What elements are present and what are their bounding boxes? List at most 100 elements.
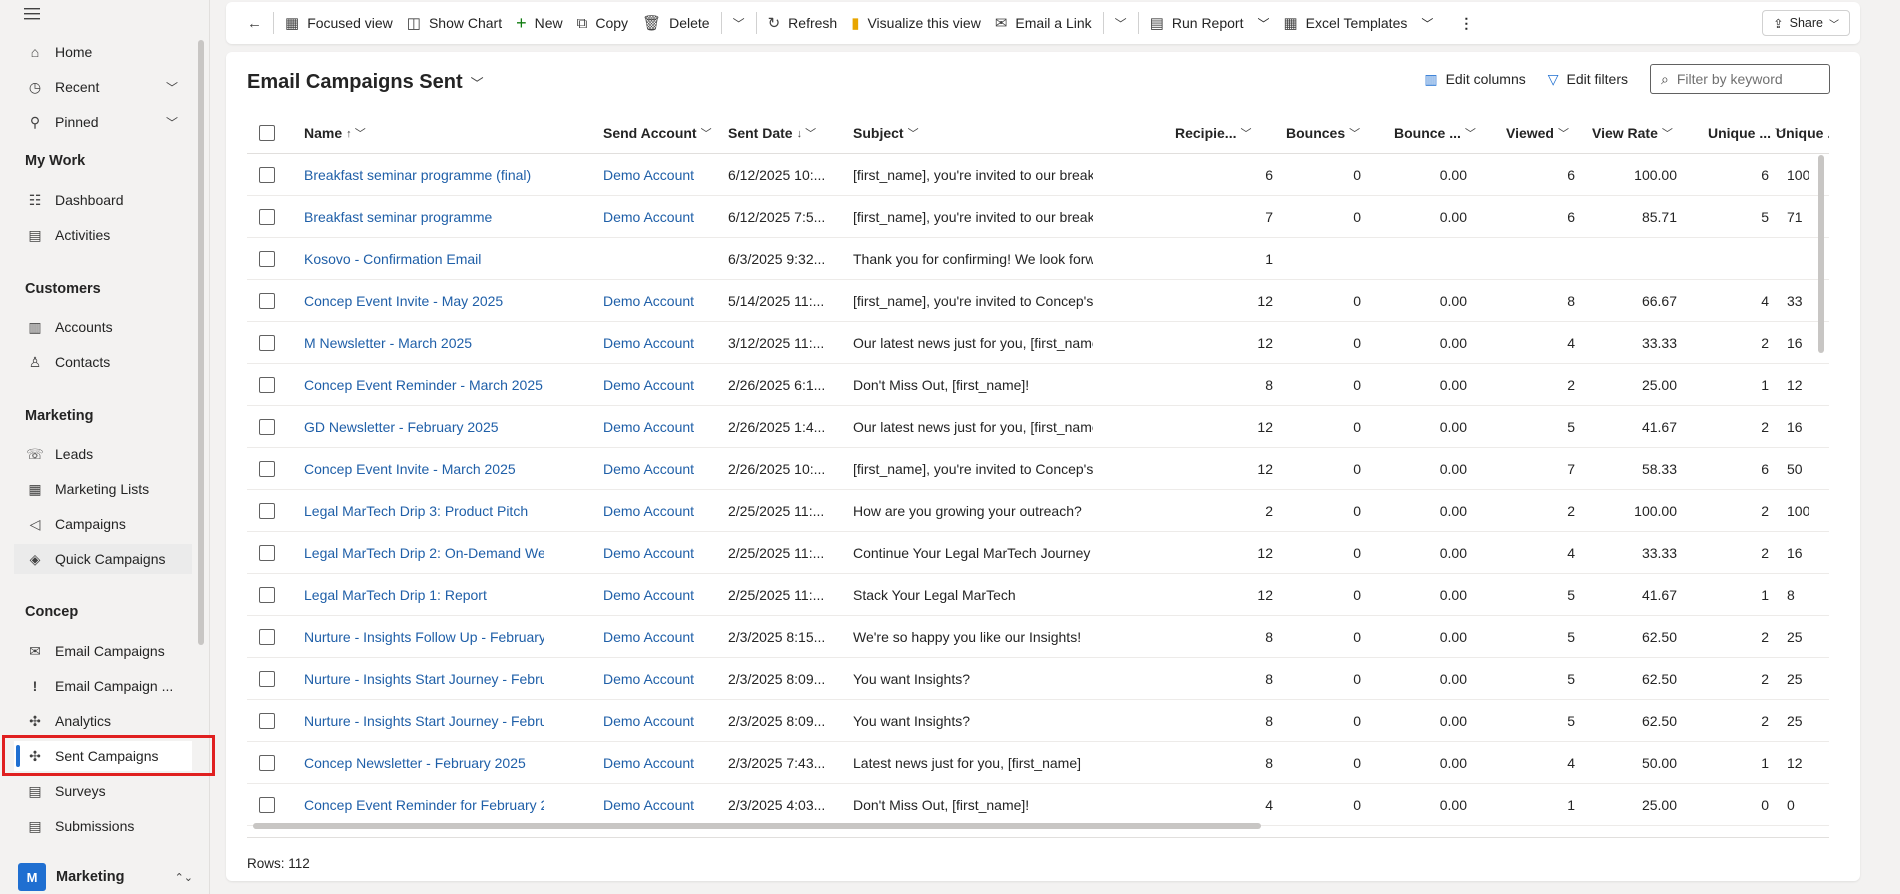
cell-name[interactable]: Legal MarTech Drip 2: On-Demand Webinar <box>304 532 544 574</box>
cell-send-account[interactable]: Demo Account <box>603 574 723 616</box>
table-row[interactable]: Breakfast seminar programme Demo Account 6… <box>247 196 1829 238</box>
table-row[interactable]: Legal MarTech Drip 1: Report Demo Account… <box>247 574 1829 616</box>
cell-name-text[interactable]: Kosovo - Confirmation Email <box>304 251 481 267</box>
cell-send-account-text[interactable]: Demo Account <box>603 671 694 687</box>
cell-send-account-text[interactable]: Demo Account <box>603 461 694 477</box>
sidebar-item-leads[interactable]: ☏ Leads <box>14 439 192 469</box>
cell-name-text[interactable]: Breakfast seminar programme (final) <box>304 167 531 183</box>
cell-send-account-text[interactable]: Demo Account <box>603 209 694 225</box>
hamburger-menu-button[interactable] <box>0 0 209 28</box>
cell-name-text[interactable]: Concep Newsletter - February 2025 <box>304 755 526 771</box>
sidebar-item-campaigns[interactable]: ◁ Campaigns <box>14 509 192 539</box>
sidebar-item-pinned[interactable]: ⚲ Pinned ﹀ <box>14 107 192 137</box>
cell-send-account-text[interactable]: Demo Account <box>603 503 694 519</box>
cell-send-account-text[interactable]: Demo Account <box>603 293 694 309</box>
cell-send-account[interactable]: Demo Account <box>603 616 723 658</box>
column-header-view-rate[interactable]: View Rate ﹀ <box>1592 112 1692 154</box>
cell-name[interactable]: Nurture - Insights Start Journey - Febru… <box>304 700 544 742</box>
table-row[interactable]: Concep Event Invite - March 2025 Demo Acc… <box>247 448 1829 490</box>
cell-send-account[interactable]: Demo Account <box>603 406 723 448</box>
checkbox[interactable] <box>259 125 275 141</box>
cell-name[interactable]: Breakfast seminar programme <box>304 196 544 238</box>
cell-send-account-text[interactable]: Demo Account <box>603 587 694 603</box>
table-row[interactable]: Concep Event Reminder for February 2025 D… <box>247 784 1829 826</box>
cell-send-account-text[interactable]: Demo Account <box>603 755 694 771</box>
cell-name-text[interactable]: Legal MarTech Drip 3: Product Pitch <box>304 503 528 519</box>
row-checkbox[interactable] <box>259 503 275 519</box>
run-report-button[interactable]: ▤ Run Report ﹀ <box>1143 7 1277 39</box>
row-checkbox[interactable] <box>259 755 275 771</box>
row-checkbox-cell[interactable] <box>259 154 279 196</box>
table-row[interactable]: Nurture - Insights Start Journey - Febru… <box>247 700 1829 742</box>
excel-templates-button[interactable]: ▦ Excel Templates ﹀ <box>1276 7 1440 39</box>
sidebar-item-accounts[interactable]: ▥ Accounts <box>14 312 192 342</box>
row-checkbox[interactable] <box>259 335 275 351</box>
edit-filters-button[interactable]: ▽ Edit filters <box>1548 71 1628 88</box>
sidebar-item-email-campaign-other[interactable]: ! Email Campaign ... <box>14 671 192 701</box>
row-checkbox-cell[interactable] <box>259 784 279 826</box>
sidebar-item-home[interactable]: ⌂ Home <box>14 37 192 67</box>
refresh-button[interactable]: ↻ Refresh <box>761 7 845 39</box>
cell-send-account-text[interactable]: Demo Account <box>603 545 694 561</box>
row-checkbox-cell[interactable] <box>259 364 279 406</box>
row-checkbox-cell[interactable] <box>259 574 279 616</box>
table-row[interactable]: Nurture - Insights Start Journey - Febru… <box>247 658 1829 700</box>
cell-name-text[interactable]: Concep Event Invite - March 2025 <box>304 461 516 477</box>
table-row[interactable]: GD Newsletter - February 2025 Demo Accoun… <box>247 406 1829 448</box>
cell-name[interactable]: Concep Event Reminder for February 2025 <box>304 784 544 826</box>
show-chart-button[interactable]: ◫ Show Chart <box>400 7 509 39</box>
row-checkbox-cell[interactable] <box>259 448 279 490</box>
row-checkbox-cell[interactable] <box>259 322 279 364</box>
column-header-viewed[interactable]: Viewed ﹀ <box>1506 112 1596 154</box>
cell-send-account[interactable]: Demo Account <box>603 196 723 238</box>
sidebar-item-surveys[interactable]: ▤ Surveys <box>14 776 192 806</box>
cell-name-text[interactable]: Concep Event Reminder for February 2025 <box>304 797 544 813</box>
cell-name-text[interactable]: Concep Event Reminder - March 2025 <box>304 377 543 393</box>
cell-send-account[interactable]: Demo Account <box>603 532 723 574</box>
cell-send-account[interactable]: Demo Account <box>603 154 723 196</box>
cell-name-text[interactable]: Nurture - Insights Follow Up - February … <box>304 629 544 645</box>
row-checkbox-cell[interactable] <box>259 490 279 532</box>
email-link-button[interactable]: ✉ Email a Link <box>988 7 1099 39</box>
cell-name[interactable]: Nurture - Insights Follow Up - February … <box>304 616 544 658</box>
new-button[interactable]: + New <box>509 7 570 39</box>
cell-send-account[interactable]: Demo Account <box>603 784 723 826</box>
sidebar-item-email-campaigns[interactable]: ✉ Email Campaigns <box>14 636 192 666</box>
table-row[interactable]: Legal MarTech Drip 2: On-Demand Webinar D… <box>247 532 1829 574</box>
cell-send-account-text[interactable]: Demo Account <box>603 167 694 183</box>
row-checkbox[interactable] <box>259 419 275 435</box>
table-row[interactable]: Concep Newsletter - February 2025 Demo Ac… <box>247 742 1829 784</box>
row-checkbox[interactable] <box>259 797 275 813</box>
column-header-bounce-rate[interactable]: Bounce ... ﹀ <box>1394 112 1494 154</box>
cell-name[interactable]: M Newsletter - March 2025 <box>304 322 544 364</box>
cell-send-account-text[interactable]: Demo Account <box>603 377 694 393</box>
cell-send-account-text[interactable]: Demo Account <box>603 713 694 729</box>
area-switcher[interactable]: M Marketing ⌃⌄ <box>14 862 199 892</box>
row-checkbox[interactable] <box>259 377 275 393</box>
row-checkbox[interactable] <box>259 713 275 729</box>
cell-name[interactable]: Concep Event Reminder - March 2025 <box>304 364 544 406</box>
vertical-scrollbar[interactable] <box>1818 155 1824 353</box>
share-button[interactable]: ⇪ Share ﹀ <box>1762 10 1850 36</box>
row-checkbox[interactable] <box>259 587 275 603</box>
table-row[interactable]: Nurture - Insights Follow Up - February … <box>247 616 1829 658</box>
cell-send-account-text[interactable]: Demo Account <box>603 629 694 645</box>
column-header-bounces[interactable]: Bounces ﹀ <box>1286 112 1376 154</box>
cell-name-text[interactable]: Legal MarTech Drip 2: On-Demand Webinar <box>304 545 544 561</box>
cell-name-text[interactable]: Nurture - Insights Start Journey - Febru… <box>304 671 544 687</box>
cell-name[interactable]: Concep Newsletter - February 2025 <box>304 742 544 784</box>
more-email-options-button[interactable]: ﹀ <box>1108 7 1134 39</box>
cell-name[interactable]: Breakfast seminar programme (final) <box>304 154 544 196</box>
sidebar-scrollbar[interactable] <box>198 40 204 645</box>
row-checkbox[interactable] <box>259 293 275 309</box>
select-all-checkbox[interactable] <box>259 112 279 154</box>
sidebar-item-dashboard[interactable]: ☷ Dashboard <box>14 185 192 215</box>
chevron-down-icon[interactable]: ﹀ <box>166 79 178 96</box>
column-header-recipients[interactable]: Recipie... ﹀ <box>1175 112 1275 154</box>
cell-send-account[interactable]: Demo Account <box>603 448 723 490</box>
cell-name[interactable]: Concep Event Invite - March 2025 <box>304 448 544 490</box>
row-checkbox-cell[interactable] <box>259 238 279 280</box>
row-checkbox[interactable] <box>259 545 275 561</box>
cell-send-account[interactable]: Demo Account <box>603 700 723 742</box>
cell-name-text[interactable]: M Newsletter - March 2025 <box>304 335 472 351</box>
